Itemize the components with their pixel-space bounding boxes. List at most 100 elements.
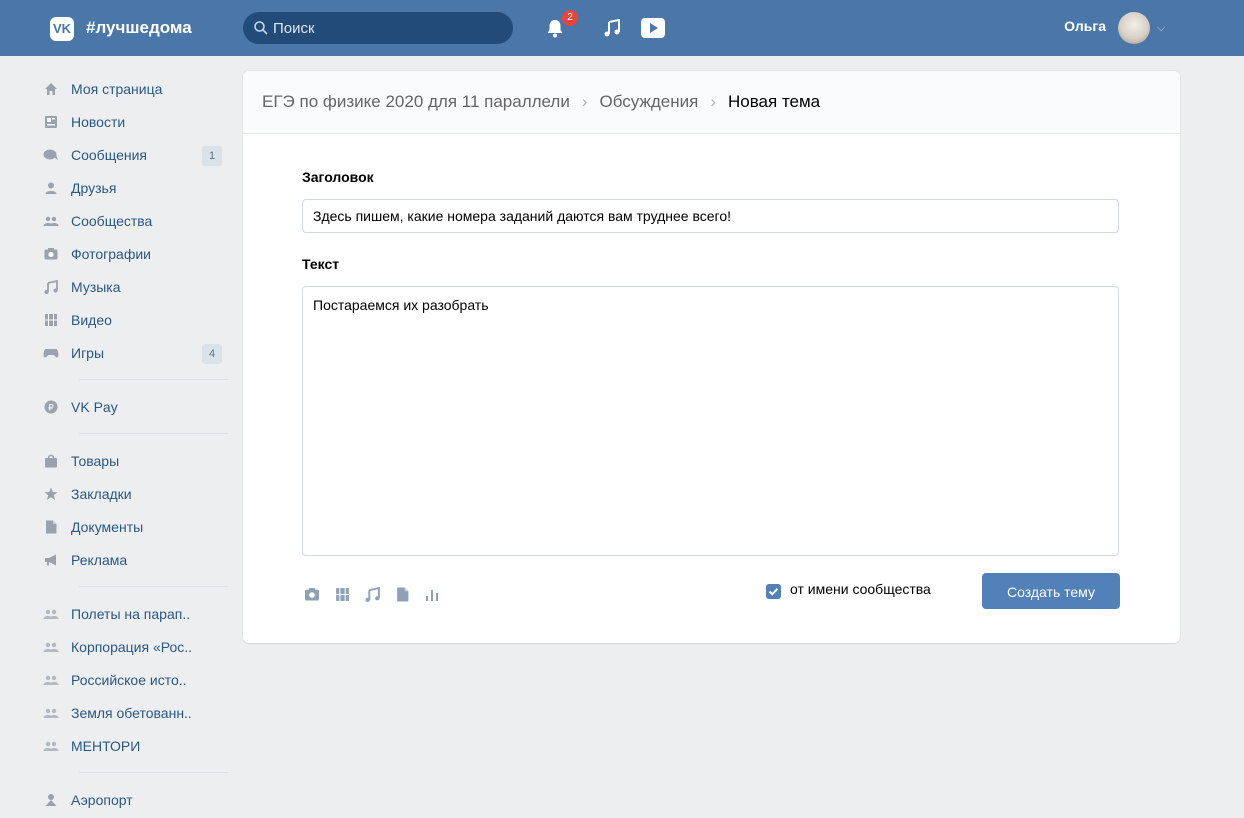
megaphone-icon (43, 552, 59, 568)
breadcrumb-current: Новая тема (727, 92, 821, 111)
svg-text:₽: ₽ (48, 403, 54, 413)
checkmark-icon (768, 588, 779, 596)
sidebar-item-music[interactable]: Музыка (43, 270, 228, 303)
sidebar-item-news[interactable]: Новости (43, 105, 228, 138)
vkpay-icon: ₽ (43, 399, 59, 415)
news-icon (43, 114, 59, 130)
communities-icon (43, 639, 59, 655)
sidebar-item-label: Новости (71, 113, 126, 130)
sidebar-item-label: Российское исто.. (71, 671, 187, 688)
camera-icon[interactable] (302, 584, 322, 604)
sidebar-item-label: Земля обетованн.. (71, 704, 192, 721)
document-icon[interactable] (392, 584, 412, 604)
video-icon (43, 312, 59, 328)
sidebar-item-video[interactable]: Видео (43, 303, 228, 336)
sidebar-item-label: VK Pay (71, 398, 118, 415)
sidebar-item-label: Полеты на парап.. (71, 605, 191, 622)
gamepad-icon (43, 345, 59, 361)
top-bar: VK #лучшедома 2 Ольга ⌵ (0, 0, 1244, 56)
document-icon (43, 519, 59, 535)
sidebar-item-label: Сообщества (71, 212, 153, 229)
sidebar-item-label: Корпорация «Рос.. (71, 638, 193, 655)
chevron-right-icon: › (581, 92, 588, 111)
sidebar-item-ads[interactable]: Реклама (43, 543, 228, 576)
sidebar-item-label: МЕНТОРИ (71, 737, 141, 754)
poll-icon[interactable] (422, 584, 442, 604)
vk-logo[interactable]: VK (50, 17, 74, 41)
star-icon (43, 486, 59, 502)
sidebar-item-my-page[interactable]: Моя страница (43, 72, 228, 105)
sidebar-item-vk-pay[interactable]: ₽ VK Pay (43, 390, 228, 423)
camera-icon (43, 246, 59, 262)
friends-icon (43, 180, 59, 196)
home-icon (43, 81, 59, 97)
app-icon (43, 792, 59, 808)
text-label: Текст (302, 256, 340, 272)
search-box[interactable] (243, 12, 513, 44)
search-input[interactable] (273, 12, 503, 44)
sidebar-item-label: Фотографии (71, 245, 152, 262)
sidebar-item-label: Закладки (71, 485, 132, 502)
brand-hashtag[interactable]: #лучшедома (86, 16, 192, 40)
sidebar-item-label: Товары (71, 452, 120, 469)
sidebar-divider (79, 772, 228, 773)
attachment-toolbar (302, 584, 442, 604)
sidebar-item-label: Видео (71, 311, 112, 328)
sidebar-item-messages[interactable]: Сообщения 1 (43, 138, 228, 171)
messages-icon (43, 147, 59, 163)
search-icon (254, 21, 268, 35)
messages-count-badge: 1 (202, 146, 222, 166)
communities-icon (43, 213, 59, 229)
sidebar-item-label: Документы (71, 518, 144, 535)
sidebar-item-label: Друзья (71, 179, 117, 196)
text-textarea[interactable]: Постараемся их разобрать (302, 286, 1119, 556)
sidebar-item-group[interactable]: МЕНТОРИ (43, 729, 228, 762)
chevron-right-icon: › (710, 92, 716, 111)
breadcrumb-group-link[interactable]: ЕГЭ по физике 2020 для 11 параллели (262, 92, 570, 112)
sidebar-divider (79, 586, 228, 587)
title-input[interactable] (302, 199, 1119, 233)
sidebar-item-group[interactable]: Российское исто.. (43, 663, 228, 696)
music-icon[interactable] (604, 19, 620, 37)
sidebar-item-group[interactable]: Земля обетованн.. (43, 696, 228, 729)
sidebar-item-games[interactable]: Игры 4 (43, 336, 228, 369)
create-topic-button[interactable]: Создать тему (982, 573, 1120, 609)
bag-icon (43, 453, 59, 469)
sidebar-item-airport[interactable]: Аэропорт (43, 783, 228, 816)
chevron-down-icon[interactable]: ⌵ (1157, 22, 1165, 35)
sidebar-item-label: Моя страница (71, 80, 163, 97)
sidebar-item-friends[interactable]: Друзья (43, 171, 228, 204)
user-name[interactable]: Ольга (1064, 18, 1106, 34)
title-label: Заголовок (302, 169, 374, 185)
video-icon[interactable] (332, 584, 352, 604)
music-icon[interactable] (362, 584, 382, 604)
community-checkbox[interactable] (766, 584, 781, 599)
sidebar-item-label: Реклама (71, 551, 128, 568)
left-sidebar: Моя страница Новости Сообщения 1 Друзья … (43, 72, 228, 816)
community-checkbox-label[interactable]: от имени сообщества (790, 581, 931, 597)
games-count-badge: 4 (202, 344, 222, 364)
sidebar-item-goods[interactable]: Товары (43, 444, 228, 477)
play-icon[interactable] (641, 18, 665, 38)
sidebar-item-label: Игры (71, 344, 105, 361)
sidebar-divider (79, 433, 228, 434)
sidebar-item-label: Сообщения (71, 146, 147, 163)
new-topic-card: ЕГЭ по физике 2020 для 11 параллели › Об… (243, 71, 1180, 643)
sidebar-item-documents[interactable]: Документы (43, 510, 228, 543)
sidebar-item-label: Аэропорт (71, 791, 133, 808)
breadcrumb-discussions-link[interactable]: Обсуждения (600, 92, 699, 112)
sidebar-item-group[interactable]: Полеты на парап.. (43, 597, 228, 630)
notifications-badge: 2 (561, 9, 579, 27)
sidebar-item-communities[interactable]: Сообщества (43, 204, 228, 237)
breadcrumb: ЕГЭ по физике 2020 для 11 параллели › Об… (243, 71, 1180, 134)
sidebar-item-bookmarks[interactable]: Закладки (43, 477, 228, 510)
sidebar-item-label: Музыка (71, 278, 121, 295)
communities-icon (43, 606, 59, 622)
avatar[interactable] (1118, 12, 1150, 44)
communities-icon (43, 738, 59, 754)
sidebar-item-photos[interactable]: Фотографии (43, 237, 228, 270)
sidebar-divider (79, 379, 228, 380)
music-icon (43, 279, 59, 295)
communities-icon (43, 705, 59, 721)
sidebar-item-group[interactable]: Корпорация «Рос.. (43, 630, 228, 663)
